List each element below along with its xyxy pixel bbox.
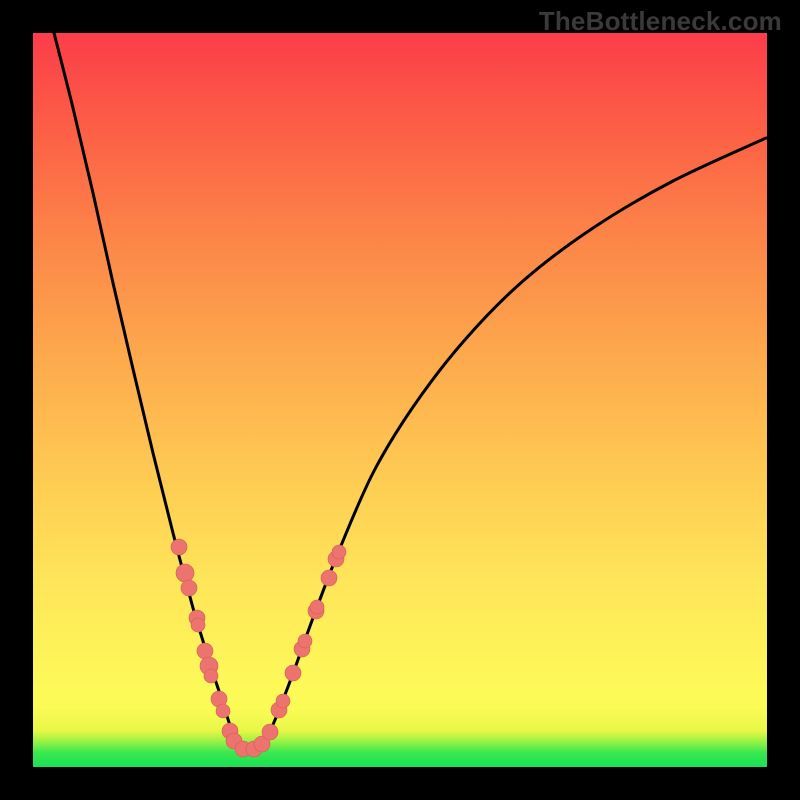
chart-svg — [33, 33, 767, 767]
highlight-dot — [211, 691, 227, 707]
highlight-dot — [298, 634, 312, 648]
watermark-text: TheBottleneck.com — [539, 6, 782, 37]
highlight-dots — [171, 539, 346, 757]
highlight-dot — [246, 741, 262, 757]
highlight-dot — [328, 551, 344, 567]
highlight-dot — [176, 564, 194, 582]
highlight-dot — [310, 600, 324, 614]
highlight-dot — [171, 539, 187, 555]
highlight-dot — [200, 657, 218, 675]
highlight-dot — [181, 580, 197, 596]
highlight-dot — [191, 618, 205, 632]
highlight-dot — [271, 702, 287, 718]
highlight-dot — [285, 665, 301, 681]
chart-frame: TheBottleneck.com — [0, 0, 800, 800]
highlight-dot — [262, 724, 278, 740]
highlight-dot — [294, 641, 310, 657]
bottleneck-curve — [54, 33, 766, 750]
highlight-dot — [197, 643, 213, 659]
highlight-dot — [226, 733, 242, 749]
highlight-dot — [321, 570, 337, 586]
highlight-dot — [222, 723, 238, 739]
highlight-dot — [332, 545, 346, 559]
highlight-dot — [254, 736, 270, 752]
highlight-dot — [235, 741, 251, 757]
highlight-dot — [308, 603, 324, 619]
highlight-dot — [189, 610, 205, 626]
highlight-dot — [204, 669, 218, 683]
highlight-dot — [216, 704, 230, 718]
highlight-dot — [276, 694, 290, 708]
plot-area — [33, 33, 767, 767]
